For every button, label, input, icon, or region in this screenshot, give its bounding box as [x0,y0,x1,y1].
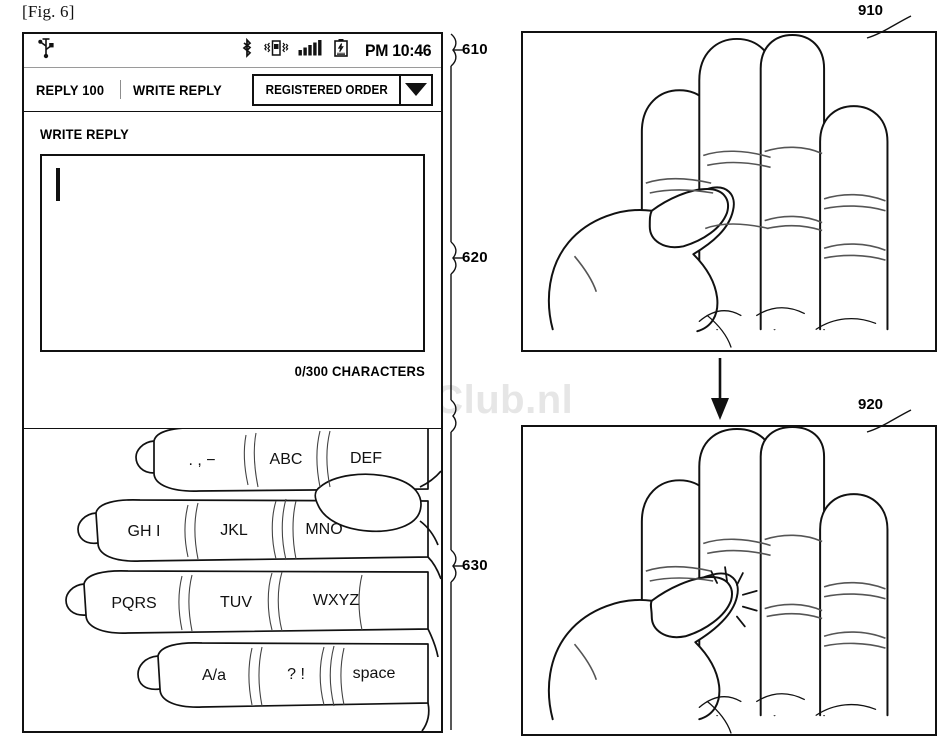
hand-illustration-before [547,33,889,348]
compose-area: WRITE REPLY 0/300 CHARACTERS [24,112,441,429]
hand-panel-920 [521,425,937,736]
chevron-down-icon[interactable] [399,75,431,104]
hand-keyboard[interactable]: . , − ABC DEF GH I JKL MNO PQRS TUV WXYZ… [24,429,441,733]
sort-order-value: REGISTERED ORDER [265,82,388,97]
key-mno[interactable]: MNO [305,521,342,538]
key-case-toggle[interactable]: A/a [202,667,226,684]
figure-caption: [Fig. 6] [22,2,75,21]
text-caret [56,168,60,201]
tab-reply-100[interactable]: REPLY 100 [36,82,104,98]
status-bar-clock: PM 10:46 [364,40,432,60]
usb-icon [36,36,56,65]
down-arrow-icon [711,358,729,420]
reply-textarea[interactable] [40,154,425,352]
reference-brace-lines [450,33,463,730]
hand-panel-910 [521,31,937,352]
hand-keyboard-drawing: . , − ABC DEF GH I JKL MNO PQRS TUV WXYZ… [65,429,441,732]
tab-write-reply[interactable]: WRITE REPLY [133,82,222,98]
hand-illustration-after [547,427,889,734]
key-tuv[interactable]: TUV [220,594,252,611]
panel-number-910: 910 [858,2,884,19]
phone-device: PM 10:46 REPLY 100 WRITE REPLY REGISTERE… [22,32,443,733]
tab-bar: REPLY 100 WRITE REPLY REGISTERED ORDER [24,68,441,112]
key-symbols[interactable]: ? ! [287,666,305,683]
key-jkl[interactable]: JKL [220,522,248,539]
reference-number-630: 630 [462,557,488,574]
tab-separator [120,80,122,99]
sort-order-dropdown[interactable]: REGISTERED ORDER [251,73,433,106]
signal-bars-icon [298,38,324,63]
key-wxyz[interactable]: WXYZ [313,592,359,609]
panel-number-920: 920 [858,396,884,413]
compose-title: WRITE REPLY [40,126,129,142]
key-abc[interactable]: ABC [270,451,303,468]
key-pqrs[interactable]: PQRS [111,595,156,612]
key-def[interactable]: DEF [350,450,382,467]
key-ghi[interactable]: GH I [128,523,161,540]
status-bar: PM 10:46 [24,34,441,68]
key-punctuation[interactable]: . , − [188,452,215,469]
vibrate-icon [263,38,289,63]
key-space[interactable]: space [353,665,396,682]
character-counter: 0/300 CHARACTERS [294,363,425,379]
reference-number-610: 610 [462,41,488,58]
battery-icon [333,38,349,63]
bluetooth-icon [240,37,254,63]
reference-number-620: 620 [462,249,488,266]
